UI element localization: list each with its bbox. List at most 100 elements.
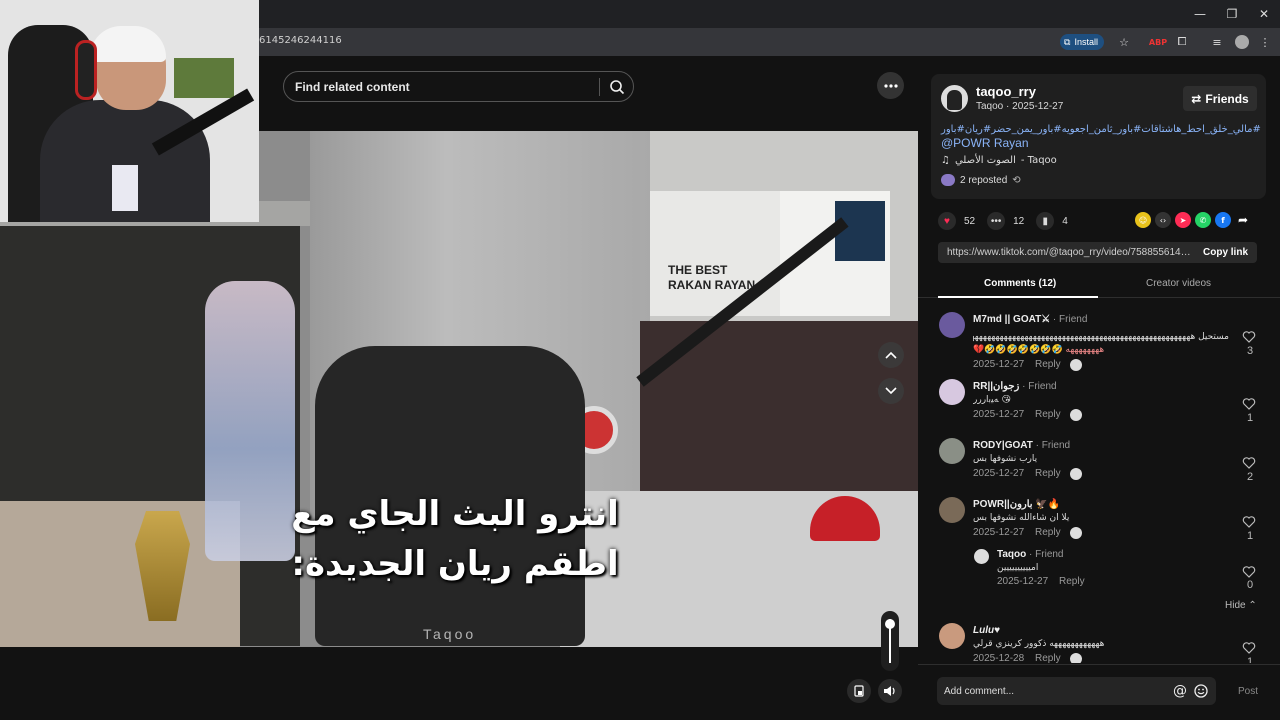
mention-at-icon[interactable]: @ [1173, 683, 1187, 699]
tab-comments[interactable]: Comments (12) [984, 278, 1056, 289]
embed-code-icon[interactable]: ‹› [1155, 212, 1171, 228]
emoji-icon[interactable] [1194, 684, 1208, 698]
comment-icon[interactable]: ••• [987, 212, 1006, 230]
restore-icon[interactable]: ❐ [1216, 0, 1248, 28]
close-icon[interactable]: ✕ [1248, 0, 1280, 28]
active-tab-indicator [938, 296, 1098, 298]
reply-button[interactable]: Reply [1035, 359, 1061, 370]
add-comment-field[interactable]: Add comment... @ [937, 677, 1216, 705]
comment-date: 2025-12-27 [997, 576, 1049, 587]
video-caption: انترو البث الجاي مع اطقم ريان الجديدة: [285, 489, 625, 589]
extensions-puzzle-icon[interactable]: ⧠ [1174, 34, 1190, 50]
comment-author[interactable]: POWR||بارون 🦅🔥 [973, 499, 1060, 510]
more-options-icon[interactable] [877, 72, 904, 99]
chevron-down-icon [885, 387, 897, 395]
comment-like-count: 0 [1246, 579, 1254, 591]
comment-date: 2025-12-27 [973, 359, 1025, 370]
profile-avatar[interactable] [1234, 34, 1250, 50]
previous-video-button[interactable] [878, 342, 904, 368]
comment-author[interactable]: RODY|GOAT · Friend [973, 440, 1070, 451]
comment-date: 2025-12-28 [973, 653, 1025, 663]
save-count: 4 [1062, 215, 1068, 227]
creator-liked-avatar [1070, 468, 1082, 480]
comment-avatar[interactable] [939, 438, 965, 464]
bookmark-icon[interactable]: ▮ [1036, 212, 1055, 230]
whatsapp-icon[interactable]: ✆ [1195, 212, 1211, 228]
find-related-search[interactable]: Find related content [283, 71, 634, 102]
comment-text: يلا ان شاءالله نشوفها بس [973, 513, 1070, 523]
screen: — ❐ ✕ 6145246244116 ⧉ Install ☆ ABP ⧠ ≡ … [0, 0, 1280, 720]
volume-icon[interactable] [878, 679, 902, 703]
post-mention[interactable]: @POWR Rayan [941, 136, 1029, 150]
chevron-up-icon [885, 351, 897, 359]
media-queue-icon[interactable]: ≡ [1209, 34, 1225, 50]
webcam-headphones [75, 40, 97, 100]
comment-text: ﻪﻴﺑاﺭﺭﺭ 😘 [973, 395, 1011, 405]
comment-avatar[interactable] [939, 497, 965, 523]
webcam-cap [90, 26, 166, 62]
comment-like-heart-icon[interactable] [1242, 397, 1256, 411]
repost-icon: ⟲ [1012, 174, 1021, 186]
share-link-url[interactable]: https://www.tiktok.com/@taqoo_rry/video/… [947, 247, 1192, 258]
share-link-box: https://www.tiktok.com/@taqoo_rry/video/… [938, 242, 1257, 263]
tab-creator-videos[interactable]: Creator videos [1146, 278, 1211, 289]
share-arrow-icon[interactable]: ➦ [1235, 212, 1251, 228]
author-username[interactable]: taqoo_rry [976, 84, 1036, 99]
adblock-extension-icon[interactable]: ABP [1149, 34, 1167, 50]
volume-slider[interactable] [881, 611, 899, 671]
address-bar-url[interactable]: 6145246244116 [259, 35, 342, 46]
comment-avatar[interactable] [974, 549, 989, 564]
comment-avatar[interactable] [939, 379, 965, 405]
post-hashtags[interactable]: #مالي_خلق_احط_هاشتاقات#باور_ثامن_اجعويه#… [941, 123, 1261, 137]
browser-menu-icon[interactable]: ⋮ [1257, 34, 1273, 50]
send-to-friends-icon[interactable]: ➤ [1175, 212, 1191, 228]
hide-replies-button[interactable]: Hide ⌃ [1225, 600, 1257, 611]
comment-author[interactable]: RR||زجوان · Friend [973, 381, 1057, 392]
reposted-row[interactable]: 2 reposted ⟲ [941, 174, 1021, 186]
comment-date: 2025-12-27 [973, 468, 1025, 479]
comment-author[interactable]: Lulu♥ [973, 625, 1000, 636]
author-avatar[interactable] [941, 85, 968, 112]
comment-like-heart-icon[interactable] [1242, 330, 1256, 344]
comment-like-heart-icon[interactable] [1242, 641, 1256, 655]
post-comment-button[interactable]: Post [1238, 686, 1258, 697]
repost-share-icon[interactable]: ☺ [1135, 212, 1151, 228]
reply-button[interactable]: Reply [1059, 576, 1085, 587]
creator-liked-avatar [1070, 409, 1082, 421]
miniplayer-icon[interactable] [847, 679, 871, 703]
comment-like-heart-icon[interactable] [1242, 515, 1256, 529]
comment-like-count: 1 [1246, 412, 1254, 424]
post-card: taqoo_rry Taqoo · 2025-12-27 ⇄ Friends #… [931, 74, 1266, 199]
bookmark-star-icon[interactable]: ☆ [1116, 34, 1132, 50]
chevron-up-icon: ⌃ [1248, 600, 1257, 611]
add-comment-placeholder: Add comment... [944, 686, 1015, 697]
reply-button[interactable]: Reply [1035, 468, 1061, 479]
facebook-icon[interactable]: f [1215, 212, 1231, 228]
video-caption-line2: اطقم ريان الجديدة: [291, 544, 619, 584]
video-watermark: Taqoo [423, 626, 477, 642]
comment-avatar[interactable] [939, 623, 965, 649]
comment-author[interactable]: Taqoo · Friend [997, 549, 1064, 560]
volume-knob[interactable] [885, 619, 895, 630]
reply-button[interactable]: Reply [1035, 527, 1061, 538]
webcam-overlay [0, 0, 259, 222]
friends-label: Friends [1205, 91, 1249, 106]
minimize-icon[interactable]: — [1184, 0, 1216, 28]
copy-link-button[interactable]: Copy link [1203, 247, 1248, 258]
comment-emoji-line: 💔🤣🤣🤣🤣🤣🤣🤣 ههههههههه [973, 345, 1105, 355]
friends-button[interactable]: ⇄ Friends [1183, 86, 1257, 111]
post-sound[interactable]: ♫ الصوت الأصلي - Taqoo [941, 155, 1057, 166]
creator-liked-avatar [1070, 653, 1082, 663]
search-icon[interactable] [609, 79, 625, 95]
comment-like-heart-icon[interactable] [1242, 456, 1256, 470]
like-heart-icon[interactable]: ♥ [938, 212, 956, 230]
reply-button[interactable]: Reply [1035, 409, 1061, 420]
next-video-button[interactable] [878, 378, 904, 404]
comment-like-heart-icon[interactable] [1242, 565, 1256, 579]
reply-button[interactable]: Reply [1035, 653, 1061, 663]
comment-list: M7md || GOAT⚔ · Friend مستحيل هههههههههه… [918, 299, 1280, 663]
search-input[interactable]: Find related content [295, 80, 410, 94]
install-button[interactable]: ⧉ Install [1060, 34, 1104, 50]
comment-avatar[interactable] [939, 312, 965, 338]
comment-author[interactable]: M7md || GOAT⚔ · Friend [973, 314, 1087, 325]
